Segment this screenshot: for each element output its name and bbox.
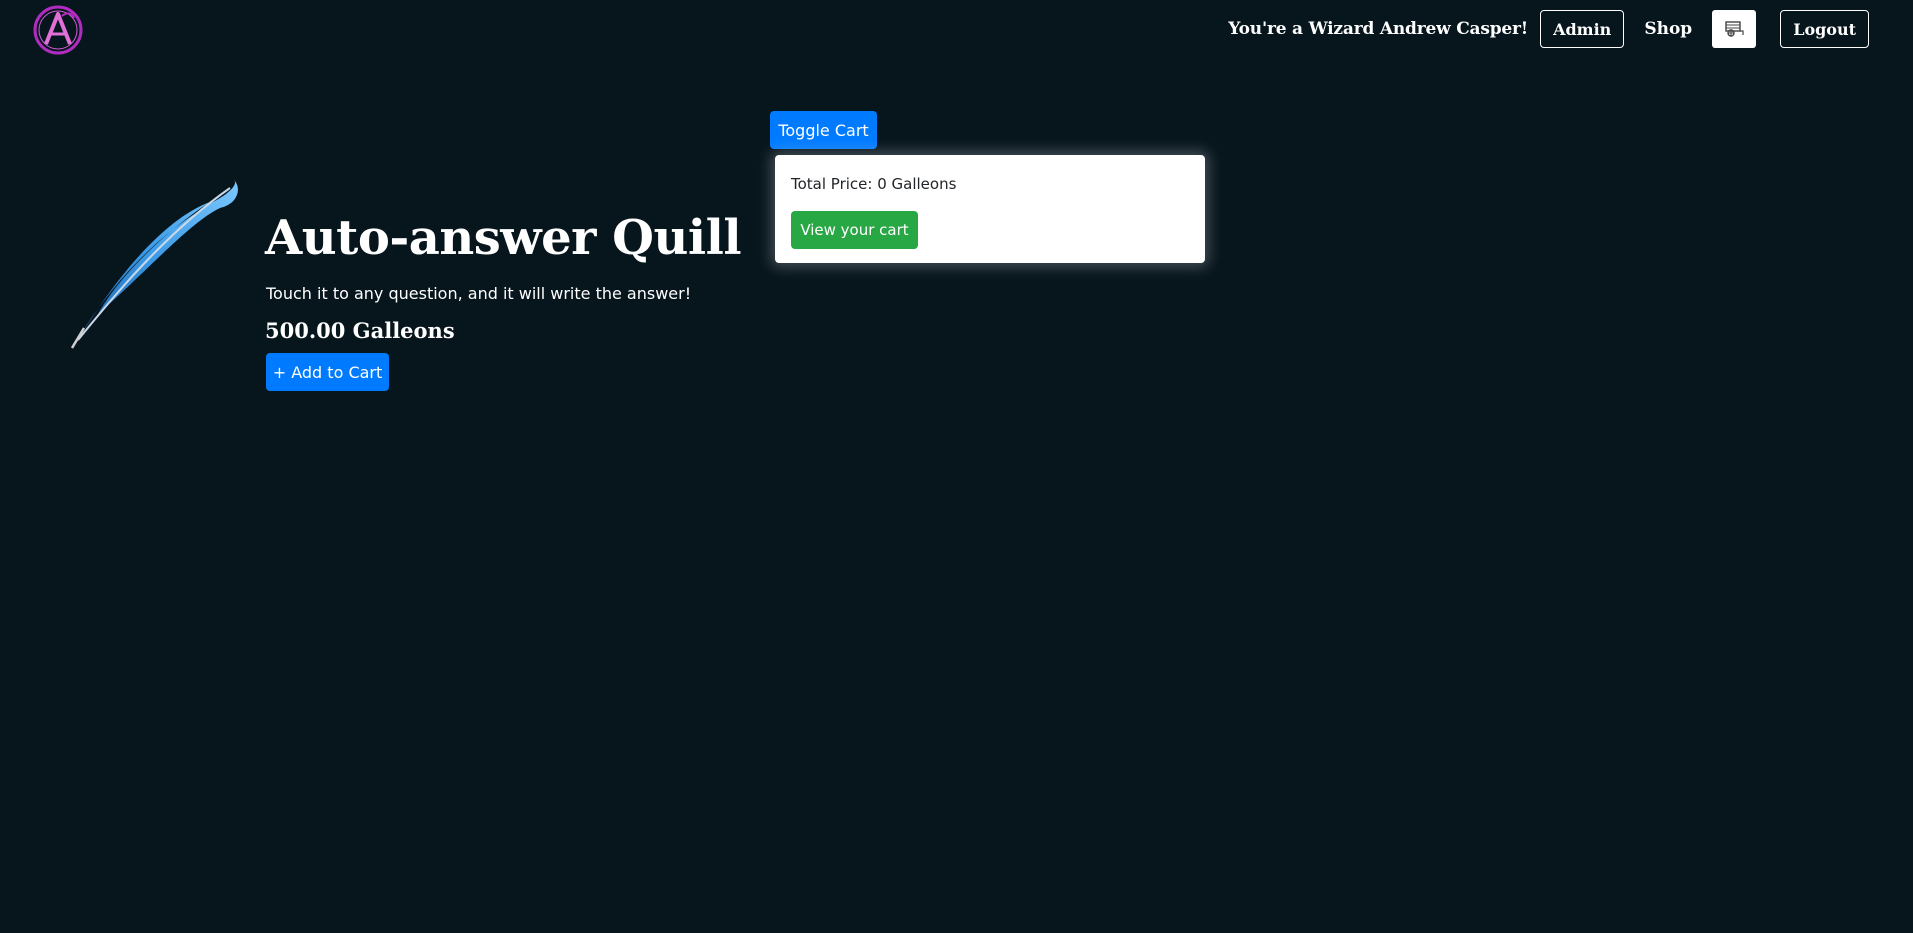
logout-button[interactable]: Logout xyxy=(1780,10,1869,48)
product-price: 500.00 Galleons xyxy=(265,318,455,343)
shop-link[interactable]: Shop xyxy=(1636,19,1700,39)
cart-total-price: Total Price: 0 Galleons xyxy=(791,175,957,193)
cart-dropdown-panel: Total Price: 0 Galleons View your cart xyxy=(775,155,1205,263)
product-description: Touch it to any question, and it will wr… xyxy=(266,284,692,303)
blue-feather-quill-icon xyxy=(70,180,238,349)
view-cart-button[interactable]: View your cart xyxy=(791,211,918,249)
product-title: Auto-answer Quill xyxy=(265,210,742,266)
top-navbar: You're a Wizard Andrew Casper! Admin Sho… xyxy=(1228,10,1869,48)
toggle-cart-button[interactable]: Toggle Cart xyxy=(770,111,877,149)
page: You're a Wizard Andrew Casper! Admin Sho… xyxy=(0,0,1913,933)
user-greeting: You're a Wizard Andrew Casper! xyxy=(1228,19,1529,39)
admin-button[interactable]: Admin xyxy=(1540,10,1625,48)
cart-icon xyxy=(1725,21,1744,37)
wizard-a-monogram-icon[interactable] xyxy=(32,4,84,56)
add-to-cart-button[interactable]: + Add to Cart xyxy=(266,353,389,391)
cart-button[interactable] xyxy=(1712,10,1757,48)
